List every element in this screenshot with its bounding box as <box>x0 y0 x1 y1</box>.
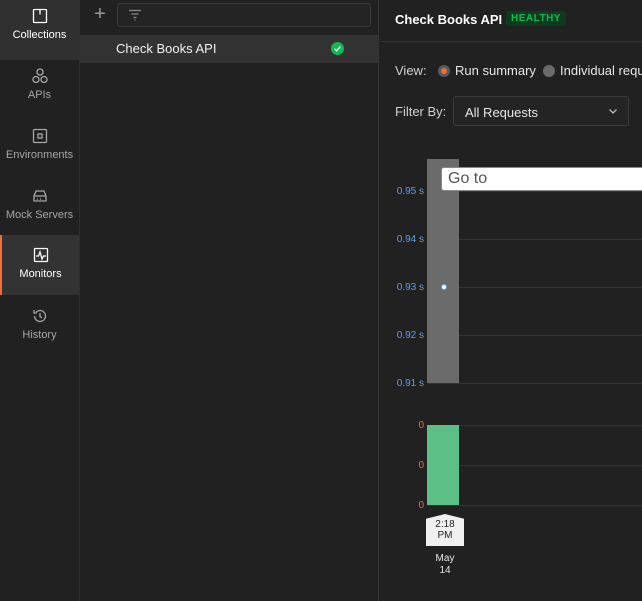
list-toolbar: + <box>80 0 379 32</box>
healthy-check-icon <box>331 42 344 55</box>
y-tick-label: 0.92 s <box>396 330 424 341</box>
success-bar[interactable] <box>427 425 459 505</box>
gridline <box>428 335 642 336</box>
run-summary-radio[interactable]: Run summary <box>438 63 536 78</box>
y-tick-label: 0.95 s <box>396 186 424 197</box>
y-tick-label: 0 <box>418 460 424 471</box>
history-icon <box>32 309 46 323</box>
view-toggle: View: Run summary Individual requ <box>395 63 642 78</box>
chevron-down-icon <box>609 109 617 114</box>
gridline <box>428 425 642 426</box>
monitors-icon <box>33 247 48 263</box>
sidebar-item-mock-servers[interactable]: Mock Servers <box>0 180 79 240</box>
sidebar-item-monitors[interactable]: Monitors <box>0 235 79 295</box>
list-item[interactable]: Check Books API <box>80 35 379 63</box>
gridline <box>428 191 642 192</box>
sidebar-item-history[interactable]: History <box>0 300 79 360</box>
filter-input[interactable] <box>117 3 371 27</box>
radio-selected-icon <box>438 65 450 77</box>
monitor-header: Check Books API HEALTHY <box>380 0 642 42</box>
sidebar-item-label: Collections <box>12 29 67 41</box>
y-tick-label: 0 <box>418 500 424 511</box>
y-tick-label: 0 <box>418 420 424 431</box>
filter-select[interactable]: All Requests <box>453 96 629 126</box>
gridline <box>428 505 642 506</box>
left-sidebar: Collections APIs Environments Mock Serve… <box>0 0 80 601</box>
sidebar-item-label: Monitors <box>19 268 62 280</box>
environments-icon <box>32 128 47 144</box>
sidebar-item-label: Mock Servers <box>5 209 74 221</box>
collections-icon <box>32 8 47 24</box>
view-label: View: <box>395 63 427 78</box>
gridline <box>428 383 642 384</box>
gridline <box>428 239 642 240</box>
filter-icon <box>129 9 141 21</box>
sidebar-item-label: APIs <box>27 89 52 101</box>
sidebar-item-label: History <box>22 329 57 341</box>
y-tick-label: 0.94 s <box>396 234 424 245</box>
individual-requests-radio[interactable]: Individual requ <box>543 63 642 78</box>
filter-select-value: All Requests <box>465 105 538 120</box>
monitor-name: Check Books API <box>116 41 217 56</box>
filter-label: Filter By: <box>395 104 447 119</box>
x-tick-time-label: 2:18 PM <box>426 514 464 546</box>
y-tick-label: 0.91 s <box>396 378 424 389</box>
apis-icon <box>31 68 48 84</box>
sidebar-item-environments[interactable]: Environments <box>0 120 79 180</box>
status-badge: HEALTHY <box>506 11 566 26</box>
monitor-list-panel: + Check Books API <box>80 0 379 601</box>
radio-unselected-icon <box>543 65 555 77</box>
mock-servers-icon <box>32 190 47 202</box>
sidebar-item-collections[interactable]: Collections <box>0 0 79 60</box>
monitor-detail: Check Books API HEALTHY View: Run summar… <box>380 0 642 601</box>
y-tick-label: 0.93 s <box>396 282 424 293</box>
goto-input[interactable] <box>448 170 638 188</box>
response-time-bar[interactable] <box>427 159 459 383</box>
add-monitor-button[interactable]: + <box>90 4 110 24</box>
goto-input-box[interactable] <box>441 167 642 191</box>
sidebar-item-label: Environments <box>5 149 74 161</box>
gridline <box>428 287 642 288</box>
sidebar-item-apis[interactable]: APIs <box>0 60 79 120</box>
page-title: Check Books API <box>395 12 503 27</box>
filter-row: Filter By: All Requests <box>395 96 642 126</box>
x-tick-date-label: May 14 <box>435 553 455 576</box>
gridline <box>428 465 642 466</box>
response-time-point[interactable] <box>441 284 447 290</box>
